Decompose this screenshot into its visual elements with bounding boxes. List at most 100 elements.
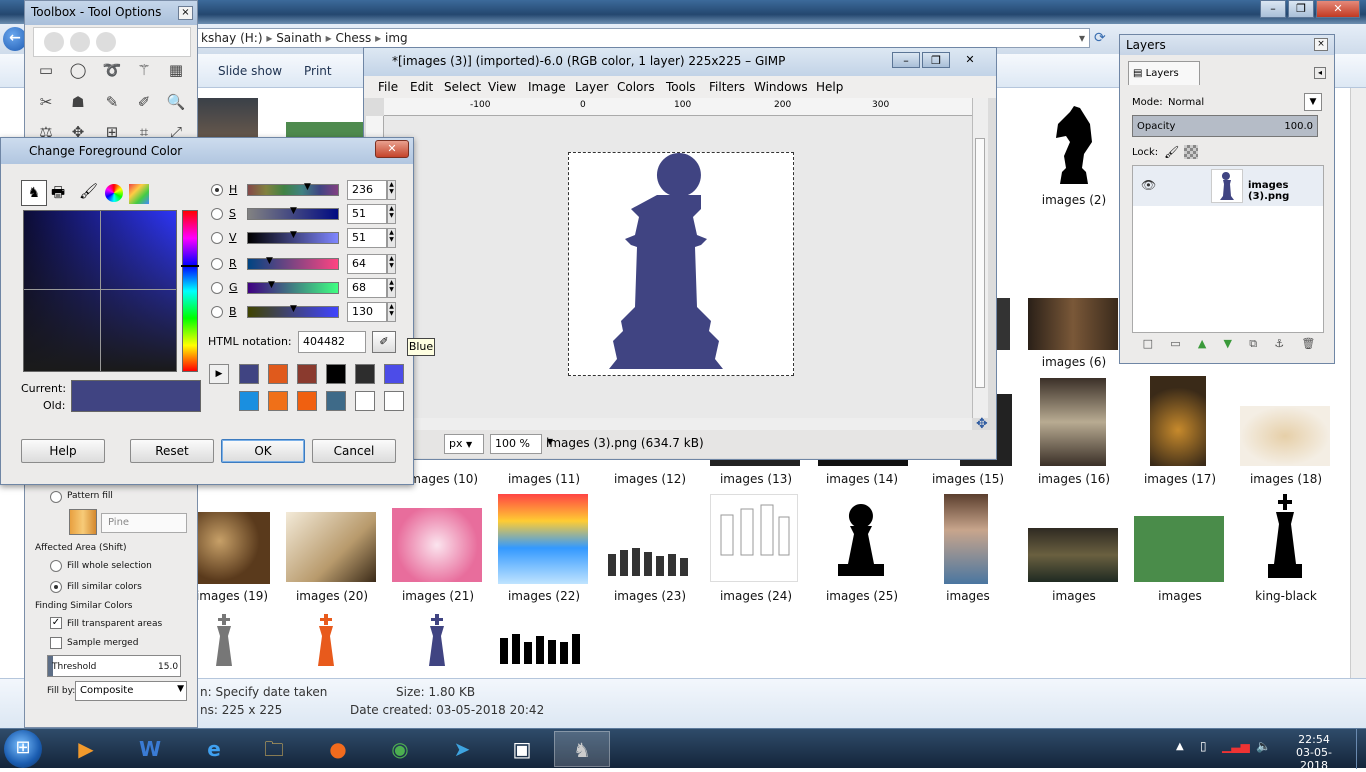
- sample-merged-checkbox[interactable]: [50, 637, 62, 649]
- thumbnail-green-chess[interactable]: [1134, 516, 1224, 582]
- value-value[interactable]: 51: [347, 228, 387, 248]
- thumbnail-rings[interactable]: [1040, 378, 1106, 466]
- fill-whole-radio[interactable]: [50, 560, 62, 572]
- thumbnail-ring[interactable]: [1150, 376, 1206, 466]
- close-button[interactable]: ✕: [1316, 0, 1360, 18]
- html-notation-input[interactable]: 404482: [298, 331, 366, 353]
- refresh-icon[interactable]: ⟳: [1094, 30, 1112, 48]
- thumbnail-king-black[interactable]: [1240, 492, 1330, 584]
- gimp-taskbar-icon[interactable]: ♞: [554, 731, 610, 767]
- red-slider[interactable]: ▼: [247, 256, 339, 270]
- close-icon[interactable]: ×: [1314, 38, 1328, 51]
- thumbnail-king-blue[interactable]: [392, 612, 482, 676]
- thumbnail-compass[interactable]: [198, 512, 270, 584]
- color-history-swatch[interactable]: [355, 391, 375, 411]
- color-history-swatch[interactable]: [239, 364, 259, 384]
- tab-layers[interactable]: ▤ Layers: [1128, 61, 1200, 85]
- green-slider[interactable]: ▼: [247, 280, 339, 294]
- fill-transparent-checkbox[interactable]: ✓: [50, 617, 62, 629]
- new-layer-icon[interactable]: □: [1143, 337, 1153, 357]
- delete-layer-icon[interactable]: 🗑: [1301, 337, 1315, 357]
- tab-menu-icon[interactable]: ◂: [1314, 67, 1326, 79]
- color-picker-icon[interactable]: ✐: [133, 91, 155, 113]
- value-radio[interactable]: [211, 232, 223, 244]
- palette-selector-icon[interactable]: [129, 184, 149, 204]
- breadcrumb-drive[interactable]: kshay (H:): [201, 31, 263, 45]
- pattern-name-field[interactable]: Pine: [101, 513, 187, 533]
- saturation-value-square[interactable]: [23, 210, 177, 372]
- breadcrumb-folder-sainath[interactable]: Sainath: [276, 31, 322, 45]
- battery-icon[interactable]: ▯: [1200, 739, 1207, 753]
- thumbnail-chess-outline[interactable]: [710, 494, 798, 582]
- saturation-slider[interactable]: ▼: [247, 206, 339, 220]
- thumbnail-forest[interactable]: [1028, 528, 1118, 582]
- value-spin-arrows[interactable]: ▲ ▼: [387, 228, 396, 248]
- menu-select[interactable]: Select: [444, 80, 481, 94]
- free-select-icon[interactable]: ➰: [101, 59, 123, 81]
- menu-help[interactable]: Help: [816, 80, 843, 94]
- color-history-swatch[interactable]: [355, 364, 375, 384]
- saturation-value[interactable]: 51: [347, 204, 387, 224]
- select-by-color-icon[interactable]: ▦: [165, 59, 187, 81]
- green-value[interactable]: 68: [347, 278, 387, 298]
- lower-layer-icon[interactable]: ▼: [1224, 337, 1232, 357]
- color-history-swatch[interactable]: [297, 391, 317, 411]
- fill-by-select[interactable]: Composite ▼: [75, 681, 187, 701]
- thumbnail-photo[interactable]: [198, 98, 258, 142]
- blue-slider[interactable]: ▼: [247, 304, 339, 318]
- color-history-swatch[interactable]: [239, 391, 259, 411]
- cmyk-selector-icon[interactable]: 🖶: [51, 182, 65, 207]
- start-button[interactable]: ⊞: [4, 730, 42, 768]
- blue-value[interactable]: 130: [347, 302, 387, 322]
- maximize-button[interactable]: ❐: [922, 52, 950, 68]
- thumbnail-chess-knight[interactable]: [1030, 94, 1118, 190]
- explorer-scrollbar[interactable]: [1350, 88, 1366, 678]
- thumbnail-king-orange[interactable]: [286, 612, 366, 676]
- horizontal-scrollbar[interactable]: [384, 418, 972, 430]
- history-arrow-icon[interactable]: ▶: [209, 364, 229, 384]
- chrome-icon[interactable]: ◉: [372, 731, 428, 767]
- internet-explorer-icon[interactable]: e: [186, 731, 242, 767]
- breadcrumb-folder-chess[interactable]: Chess: [335, 31, 371, 45]
- color-history-swatch[interactable]: [326, 391, 346, 411]
- breadcrumb-folder-img[interactable]: img: [385, 31, 408, 45]
- firefox-icon[interactable]: ●: [310, 731, 366, 767]
- fill-similar-radio[interactable]: [50, 581, 62, 593]
- thumbnail-chess-row[interactable]: [498, 628, 588, 668]
- pattern-preview[interactable]: [69, 509, 97, 535]
- telegram-icon[interactable]: ➤: [434, 731, 490, 767]
- hue-spin-arrows[interactable]: ▲ ▼: [387, 180, 396, 200]
- menu-filters[interactable]: Filters: [709, 80, 745, 94]
- cancel-button[interactable]: Cancel: [312, 439, 396, 463]
- ok-button[interactable]: OK: [221, 439, 305, 463]
- color-history-swatch[interactable]: [268, 391, 288, 411]
- rect-select-icon[interactable]: ▭: [35, 59, 57, 81]
- menu-windows[interactable]: Windows: [754, 80, 808, 94]
- paths-icon[interactable]: ✎: [101, 91, 123, 113]
- menu-view[interactable]: View: [488, 80, 516, 94]
- hue-value[interactable]: 236: [347, 180, 387, 200]
- thumbnail-birthday[interactable]: [498, 494, 588, 584]
- volume-icon[interactable]: 🔈: [1256, 739, 1271, 753]
- watercolor-selector-icon[interactable]: 🖌: [79, 182, 98, 200]
- unit-select[interactable]: px ▼: [444, 434, 484, 454]
- thumbnail-book[interactable]: [286, 512, 376, 582]
- menu-tools[interactable]: Tools: [666, 80, 696, 94]
- menu-layer[interactable]: Layer: [575, 80, 608, 94]
- thumbnail-pawn[interactable]: [816, 494, 906, 584]
- minimize-button[interactable]: –: [1260, 0, 1286, 18]
- value-slider[interactable]: ▼: [247, 230, 339, 244]
- blue-radio[interactable]: [211, 306, 223, 318]
- help-button[interactable]: Help: [21, 439, 105, 463]
- scissors-icon[interactable]: ✂: [35, 91, 57, 113]
- menu-file[interactable]: File: [378, 80, 398, 94]
- slideshow-button[interactable]: Slide show: [218, 64, 282, 78]
- green-spin-arrows[interactable]: ▲ ▼: [387, 278, 396, 298]
- saturation-radio[interactable]: [211, 208, 223, 220]
- word-icon[interactable]: W: [122, 731, 178, 767]
- red-value[interactable]: 64: [347, 254, 387, 274]
- menu-edit[interactable]: Edit: [410, 80, 433, 94]
- maximize-button[interactable]: ❐: [1288, 0, 1314, 18]
- layer-row[interactable]: 👁 images (3).png: [1133, 166, 1323, 206]
- chevron-down-icon[interactable]: ▼: [1304, 93, 1322, 111]
